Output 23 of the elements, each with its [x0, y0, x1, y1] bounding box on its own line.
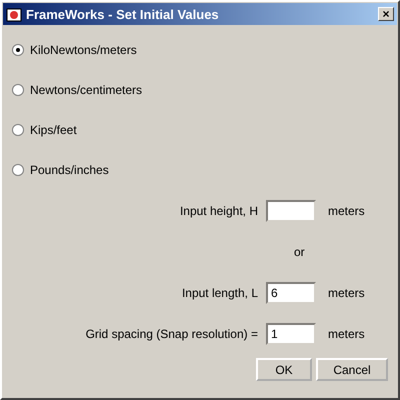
- close-button[interactable]: ×: [378, 7, 394, 21]
- radio-label[interactable]: Pounds/inches: [30, 163, 109, 177]
- field-label: Grid spacing (Snap resolution) =: [86, 326, 258, 340]
- cancel-button[interactable]: Cancel: [316, 358, 388, 381]
- or-label: or: [294, 244, 305, 258]
- unit-label: meters: [328, 326, 365, 340]
- ok-button[interactable]: OK: [256, 358, 312, 381]
- radio-button[interactable]: [12, 84, 24, 96]
- radio-button[interactable]: [12, 44, 24, 56]
- input-field[interactable]: 6: [266, 282, 316, 304]
- window-title: FrameWorks - Set Initial Values: [26, 6, 220, 22]
- unit-label: meters: [328, 286, 365, 300]
- radio-button[interactable]: [12, 124, 24, 136]
- radio-label[interactable]: Newtons/centimeters: [30, 83, 142, 97]
- input-field[interactable]: 1: [266, 322, 316, 344]
- radio-label[interactable]: KiloNewtons/meters: [30, 43, 137, 57]
- radio-button[interactable]: [12, 164, 24, 176]
- radio-label[interactable]: Kips/feet: [30, 123, 77, 137]
- field-label: Input length, L: [182, 286, 258, 300]
- field-label: Input height, H: [180, 204, 258, 218]
- app-icon: [6, 6, 22, 22]
- input-field[interactable]: [266, 200, 316, 222]
- unit-label: meters: [328, 204, 365, 218]
